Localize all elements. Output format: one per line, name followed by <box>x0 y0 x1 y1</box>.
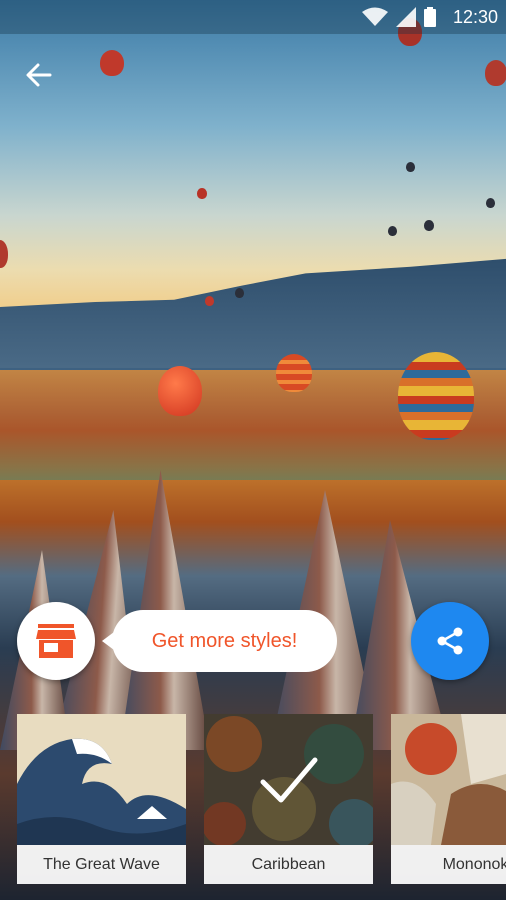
style-card-caribbean[interactable]: Caribbean <box>204 714 373 884</box>
share-icon <box>437 627 463 655</box>
battery-icon <box>424 7 436 27</box>
balloon <box>235 288 244 298</box>
balloon <box>388 226 397 236</box>
get-more-styles-button[interactable]: Get more styles! <box>102 610 337 672</box>
back-button[interactable] <box>22 58 56 92</box>
balloon <box>398 352 474 440</box>
style-card-mononok[interactable]: Mononok <box>391 714 506 884</box>
status-time: 12:30 <box>452 7 498 27</box>
balloon <box>485 60 506 86</box>
status-bar: 12:30 <box>0 0 506 34</box>
balloon <box>205 296 214 306</box>
wifi-icon <box>362 7 388 26</box>
balloon <box>0 240 8 268</box>
balloon <box>100 50 124 76</box>
balloon <box>406 162 415 172</box>
great-wave-thumbnail <box>17 714 186 845</box>
style-card-the-great-wave[interactable]: The Great Wave <box>17 714 186 884</box>
status-icons <box>362 7 436 27</box>
store-button[interactable] <box>17 602 95 680</box>
checkmark-icon <box>260 757 317 803</box>
balloon <box>424 220 434 231</box>
cell-signal-icon <box>396 7 416 27</box>
promo-label: Get more styles! <box>151 629 298 652</box>
arrow-left-icon <box>26 63 52 87</box>
balloon <box>197 188 207 199</box>
mononok-thumbnail <box>391 714 506 845</box>
style-label: Mononok <box>391 845 506 884</box>
style-carousel[interactable]: The Great Wave Caribbean Mononok <box>0 714 506 884</box>
store-icon <box>36 624 76 658</box>
balloon <box>276 354 312 392</box>
share-button[interactable] <box>411 602 489 680</box>
style-label: The Great Wave <box>17 845 186 884</box>
style-label: Caribbean <box>204 845 373 884</box>
balloon <box>486 198 495 208</box>
balloon <box>158 366 202 416</box>
